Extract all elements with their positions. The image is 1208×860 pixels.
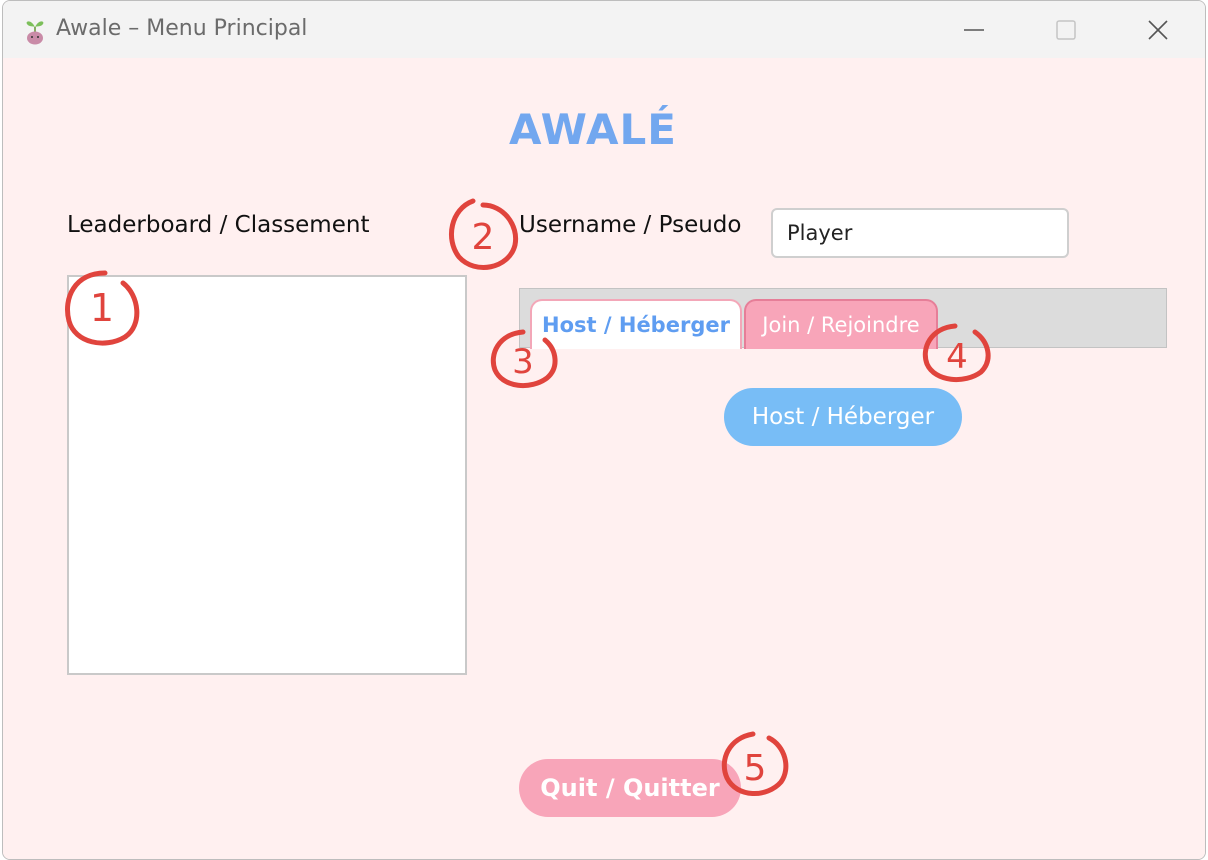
tab-host[interactable]: Host / Héberger [530, 299, 742, 349]
close-icon [1148, 19, 1168, 40]
maximize-icon [1056, 19, 1076, 40]
svg-text:5: 5 [744, 748, 767, 789]
username-input[interactable] [771, 208, 1069, 258]
leaderboard-label: Leaderboard / Classement [67, 212, 370, 238]
annotation-2: 2 [449, 198, 519, 270]
maximize-button[interactable] [1020, 1, 1112, 58]
minimize-icon [964, 28, 984, 31]
app-title: AWALÉ [508, 105, 678, 154]
title-bar[interactable]: Awale – Menu Principal [3, 1, 1205, 58]
app-seedling-icon [26, 21, 44, 45]
app-window: Awale – Menu Principal AWALÉ Leaderboard… [2, 0, 1206, 860]
main-menu: AWALÉ Leaderboard / Classement Username … [3, 58, 1205, 859]
quit-button[interactable]: Quit / Quitter [519, 759, 741, 817]
tab-bar: Host / Héberger Join / Rejoindre [519, 288, 1167, 349]
leaderboard-list[interactable] [67, 275, 467, 675]
svg-text:2: 2 [472, 217, 495, 258]
host-button[interactable]: Host / Héberger [724, 388, 962, 446]
username-label: Username / Pseudo [519, 212, 742, 238]
minimize-button[interactable] [928, 1, 1020, 58]
window-title: Awale – Menu Principal [56, 16, 308, 41]
tab-join[interactable]: Join / Rejoindre [744, 299, 938, 349]
close-button[interactable] [1112, 1, 1204, 58]
